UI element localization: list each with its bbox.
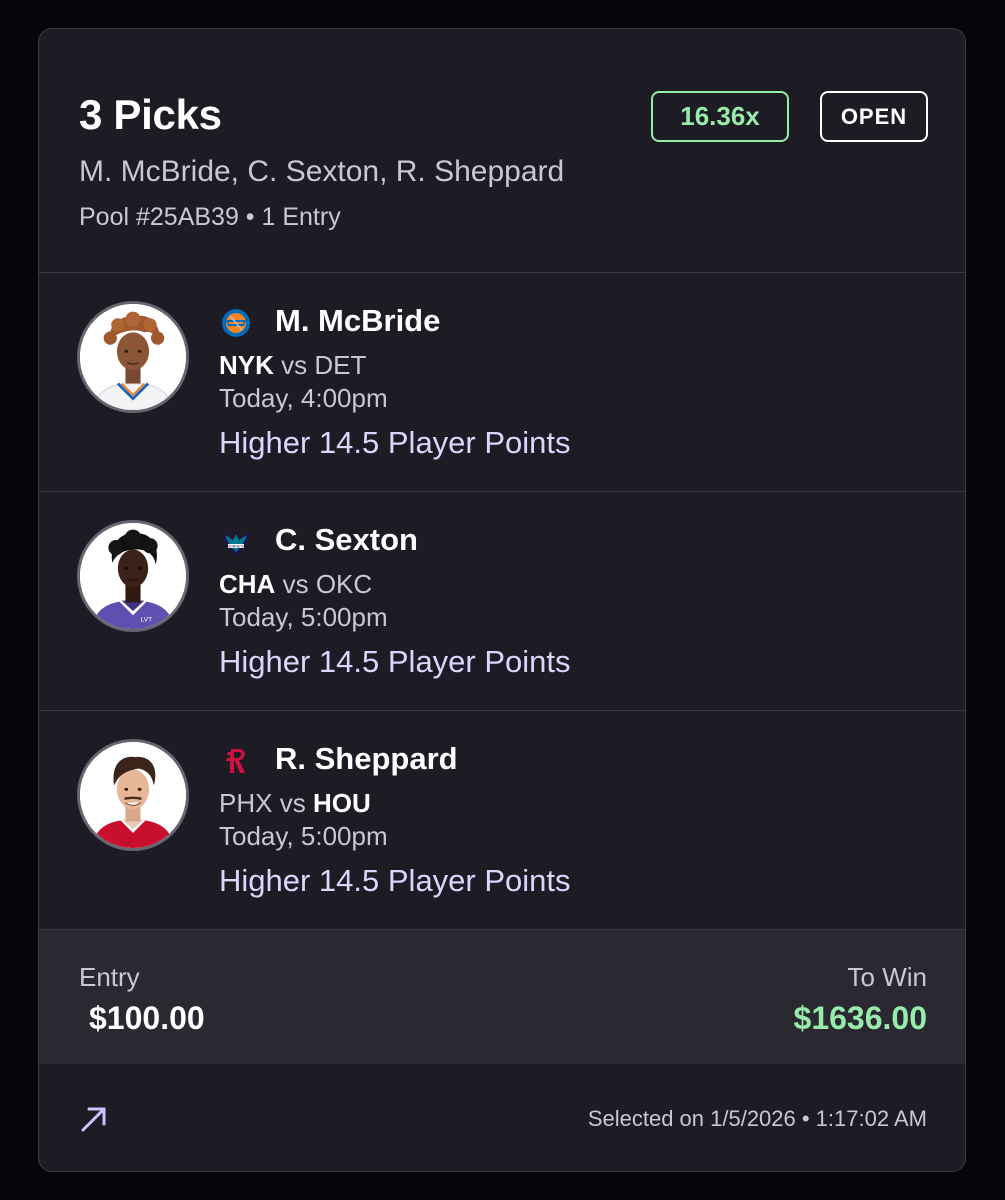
svg-text:HORNETS: HORNETS bbox=[227, 544, 245, 548]
player-avatar bbox=[77, 739, 189, 851]
payout-summary: Entry $100.00 To Win $1636.00 bbox=[39, 930, 965, 1064]
player-name: R. Sheppard bbox=[275, 741, 458, 776]
svg-text:LVT: LVT bbox=[141, 616, 153, 623]
player-name: C. Sexton bbox=[275, 522, 418, 557]
knicks-logo-icon bbox=[219, 306, 253, 340]
vs-label: vs bbox=[281, 350, 308, 380]
pick-row[interactable]: LVT HORNETS C. Sexton CHA vs OKC Today, … bbox=[39, 492, 965, 711]
opponent-abbr: OKC bbox=[315, 569, 373, 599]
pick-line: Higher 14.5 Player Points bbox=[219, 863, 571, 898]
entry-label: Entry bbox=[79, 962, 140, 992]
team-abbr: PHX bbox=[219, 788, 273, 818]
status-badge: OPEN bbox=[820, 91, 928, 142]
matchup: NYK vs DET bbox=[219, 350, 366, 381]
vs-label: vs bbox=[282, 569, 309, 599]
entry-title: 3 Picks bbox=[79, 91, 222, 138]
players-summary: M. McBride, C. Sexton, R. Sheppard bbox=[79, 155, 565, 188]
vs-label: vs bbox=[279, 788, 306, 818]
player-avatar: LVT bbox=[77, 520, 189, 632]
entry-card: 3 Picks M. McBride, C. Sexton, R. Sheppa… bbox=[38, 28, 966, 1172]
game-time: Today, 5:00pm bbox=[219, 602, 388, 632]
game-time: Today, 4:00pm bbox=[219, 383, 388, 413]
opponent-abbr: HOU bbox=[312, 788, 371, 818]
pick-line: Higher 14.5 Player Points bbox=[219, 644, 571, 679]
pick-line: Higher 14.5 Player Points bbox=[219, 425, 571, 460]
arrow-up-right-icon[interactable] bbox=[79, 1104, 109, 1134]
matchup: PHX vs HOU bbox=[219, 788, 371, 819]
entry-header: 3 Picks M. McBride, C. Sexton, R. Sheppa… bbox=[39, 29, 965, 273]
to-win-amount: $1636.00 bbox=[793, 1000, 927, 1036]
entry-amount: $100.00 bbox=[89, 1000, 205, 1036]
entry-footer: Selected on 1/5/2026 • 1:17:02 AM bbox=[39, 1064, 965, 1171]
selected-timestamp: Selected on 1/5/2026 • 1:17:02 AM bbox=[587, 1106, 927, 1131]
to-win-label: To Win bbox=[847, 962, 927, 992]
pick-row[interactable]: R. Sheppard PHX vs HOU Today, 5:00pm Hig… bbox=[39, 711, 965, 930]
team-abbr: NYK bbox=[219, 350, 274, 380]
team-abbr: CHA bbox=[219, 569, 276, 599]
opponent-abbr: DET bbox=[314, 350, 367, 380]
multiplier-badge: 16.36x bbox=[651, 91, 789, 142]
pool-info: Pool #25AB39 • 1 Entry bbox=[79, 203, 341, 231]
game-time: Today, 5:00pm bbox=[219, 821, 388, 851]
player-avatar bbox=[77, 301, 189, 413]
hornets-logo-icon: HORNETS bbox=[219, 525, 253, 559]
player-name: M. McBride bbox=[275, 303, 441, 338]
pick-row[interactable]: M. McBride NYK vs DET Today, 4:00pm High… bbox=[39, 273, 965, 492]
rockets-logo-icon bbox=[219, 744, 253, 778]
matchup: CHA vs OKC bbox=[219, 569, 372, 600]
